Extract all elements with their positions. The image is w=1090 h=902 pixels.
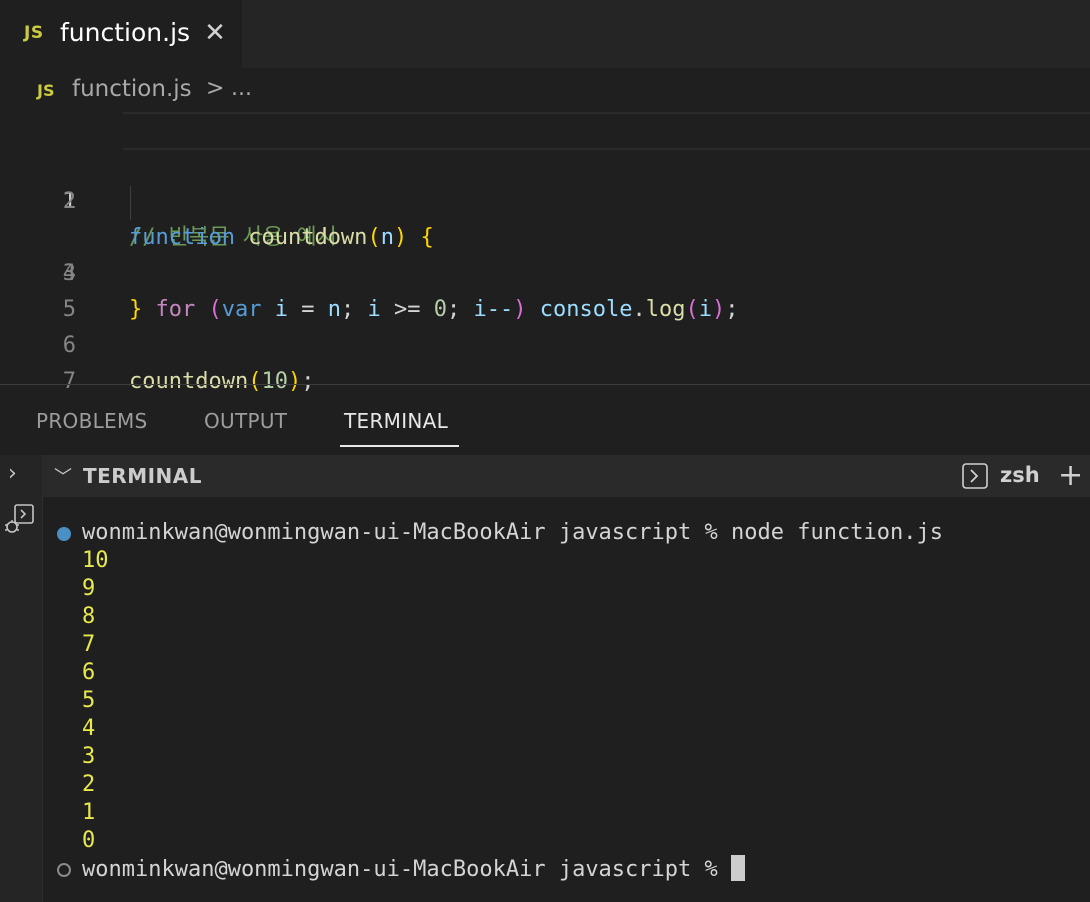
command-status-dot[interactable] [57, 527, 71, 541]
editor-tab-function-js[interactable]: JS function.js ✕ [0, 0, 242, 68]
terminal-icon[interactable] [962, 463, 988, 489]
editor-tab-bar: JS function.js ✕ [0, 0, 1090, 68]
current-line-highlight [123, 112, 1090, 150]
code-line: 1 // 반복문 사용 예시 [0, 112, 1090, 250]
terminal-command-line: wonminkwan@wonmingwan-ui-MacBookAir java… [82, 520, 943, 545]
code-line: 3 for (var i = n; i >= 0; i--) console.l… [0, 184, 1090, 322]
terminal-prompt: wonminkwan@wonmingwan-ui-MacBookAir java… [82, 857, 718, 882]
terminal-prompt-line: wonminkwan@wonmingwan-ui-MacBookAir java… [82, 855, 746, 884]
chevron-right-icon[interactable]: › [8, 461, 17, 486]
tab-problems[interactable]: PROBLEMS [36, 409, 148, 433]
terminal-output-line: 9 [82, 576, 96, 601]
terminal-output-line: 10 [82, 548, 109, 573]
indent-guide [130, 186, 131, 220]
terminal-output-line: 6 [82, 660, 96, 685]
terminal-output-line: 1 [82, 800, 96, 825]
code-line: 5 [0, 256, 1090, 322]
shell-name[interactable]: zsh [1000, 463, 1040, 487]
tab-output[interactable]: OUTPUT [204, 409, 287, 433]
terminal-output-line: 4 [82, 716, 96, 741]
code-line: 7 [0, 328, 1090, 394]
active-tab-indicator [340, 445, 459, 447]
prompt-status-dot[interactable] [57, 863, 71, 877]
panel-tab-bar: PROBLEMS OUTPUT TERMINAL [0, 385, 1090, 455]
terminal-output-line: 0 [82, 828, 96, 853]
terminal-output-line: 2 [82, 772, 96, 797]
js-file-icon: JS [24, 23, 44, 43]
close-icon[interactable]: ✕ [203, 20, 227, 46]
terminal-section-title[interactable]: TERMINAL [83, 464, 202, 488]
breadcrumb: JS function.js > ... [0, 68, 1090, 112]
terminal-header: ﹀ TERMINAL zsh + [42, 455, 1090, 497]
code-line: 4 } [0, 220, 1090, 322]
terminal-output-line: 5 [82, 688, 96, 713]
code-editor[interactable]: 1 // 반복문 사용 예시 2 function countdown(n) {… [0, 112, 1090, 394]
terminal-output-line: 8 [82, 604, 96, 629]
terminal-cursor [731, 855, 746, 881]
add-terminal-icon[interactable]: + [1058, 461, 1083, 491]
chevron-right-icon: > [206, 76, 225, 101]
terminal-output-line: 7 [82, 632, 96, 657]
tab-terminal[interactable]: TERMINAL [344, 409, 448, 433]
breadcrumb-file[interactable]: function.js [72, 76, 192, 102]
code-line: 6 countdown(10); [0, 292, 1090, 394]
tab-filename: function.js [60, 18, 191, 47]
terminal-output-line: 3 [82, 744, 96, 769]
terminal-body[interactable]: wonminkwan@wonmingwan-ui-MacBookAir java… [42, 497, 1090, 902]
debug-console-icon[interactable] [3, 503, 35, 537]
panel-side-strip: › [0, 455, 43, 902]
js-file-icon: JS [37, 81, 55, 100]
breadcrumb-more[interactable]: ... [231, 76, 252, 101]
code-line: 2 function countdown(n) { [0, 148, 1090, 250]
chevron-down-icon[interactable]: ﹀ [54, 463, 72, 489]
